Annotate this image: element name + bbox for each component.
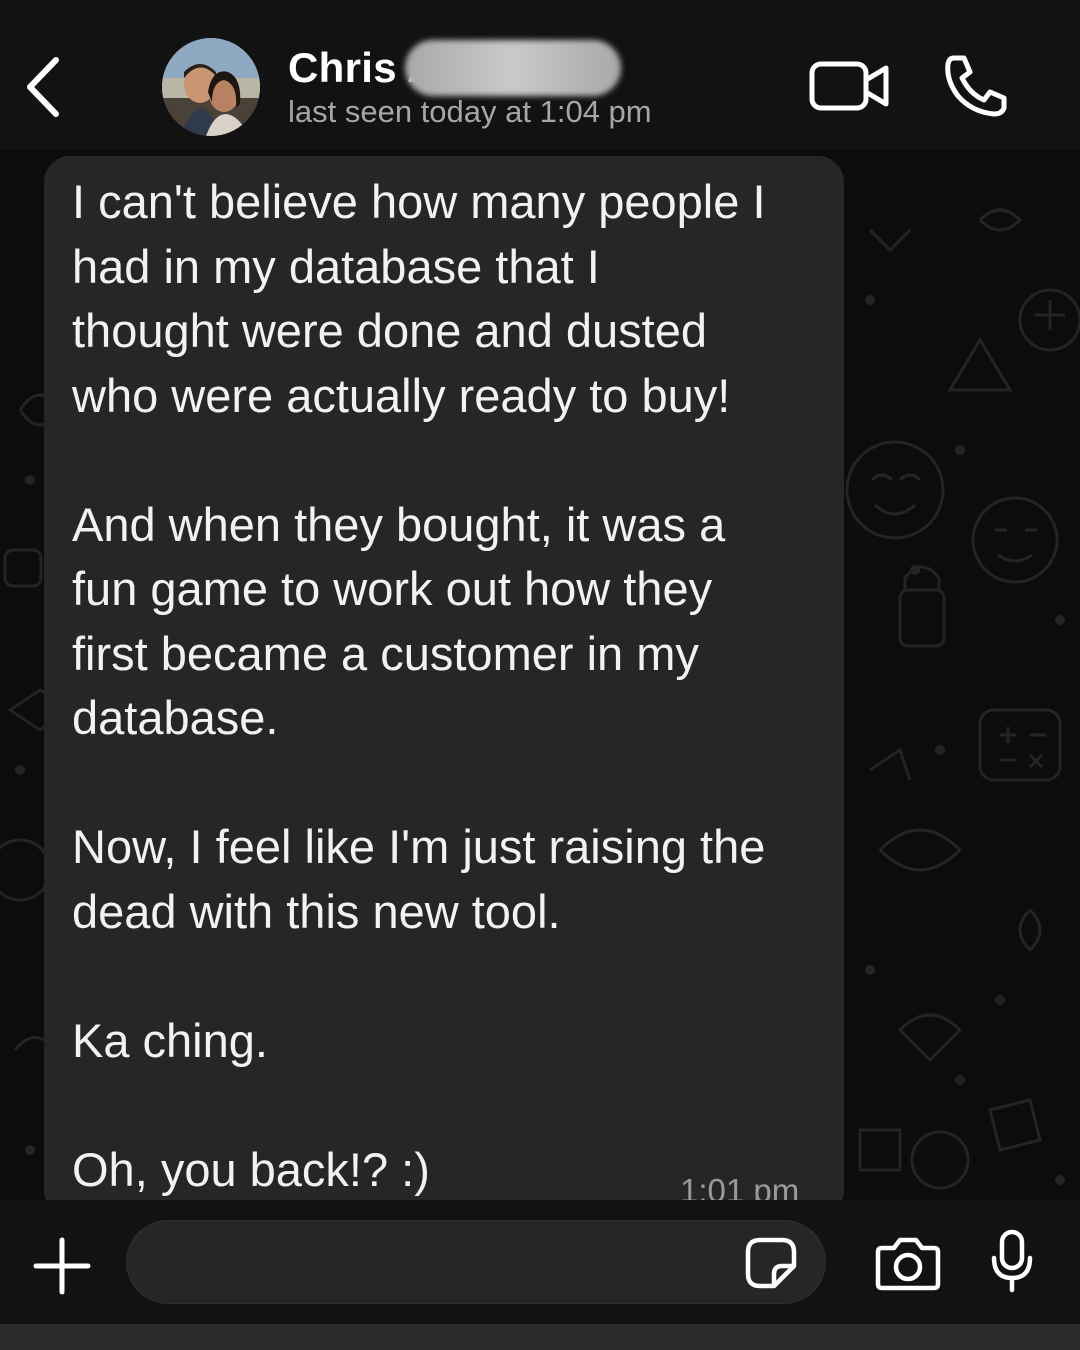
camera-icon	[875, 1237, 941, 1291]
camera-button[interactable]	[874, 1236, 942, 1292]
sticker-button[interactable]	[744, 1236, 798, 1290]
message-text: I can't believe how many people I had in…	[72, 175, 766, 1196]
avatar[interactable]	[162, 38, 260, 136]
plus-icon	[33, 1237, 91, 1295]
voice-message-button[interactable]	[988, 1228, 1036, 1294]
chat-header: Chris A last seen today at 1:04 pm	[0, 0, 1080, 150]
microphone-icon	[991, 1229, 1033, 1293]
attach-button[interactable]	[30, 1234, 94, 1298]
message-timestamp: 1:01 pm	[680, 1172, 800, 1200]
back-button[interactable]	[18, 52, 74, 122]
video-call-button[interactable]	[808, 56, 892, 116]
last-seen-status: last seen today at 1:04 pm	[288, 94, 652, 129]
chevron-left-icon	[27, 57, 59, 117]
sticker-icon	[745, 1237, 797, 1289]
video-camera-icon	[809, 61, 889, 111]
avatar-photo	[162, 38, 260, 136]
composer-bar	[0, 1200, 1080, 1324]
voice-call-button[interactable]	[940, 52, 1012, 118]
bottom-strip	[0, 1324, 1080, 1350]
name-redaction-blur	[405, 40, 621, 96]
message-input[interactable]	[126, 1220, 826, 1304]
message-bubble[interactable]: I can't believe how many people I had in…	[44, 156, 844, 1200]
phone-icon	[945, 55, 1007, 117]
chat-area[interactable]: I can't believe how many people I had in…	[0, 150, 1080, 1200]
